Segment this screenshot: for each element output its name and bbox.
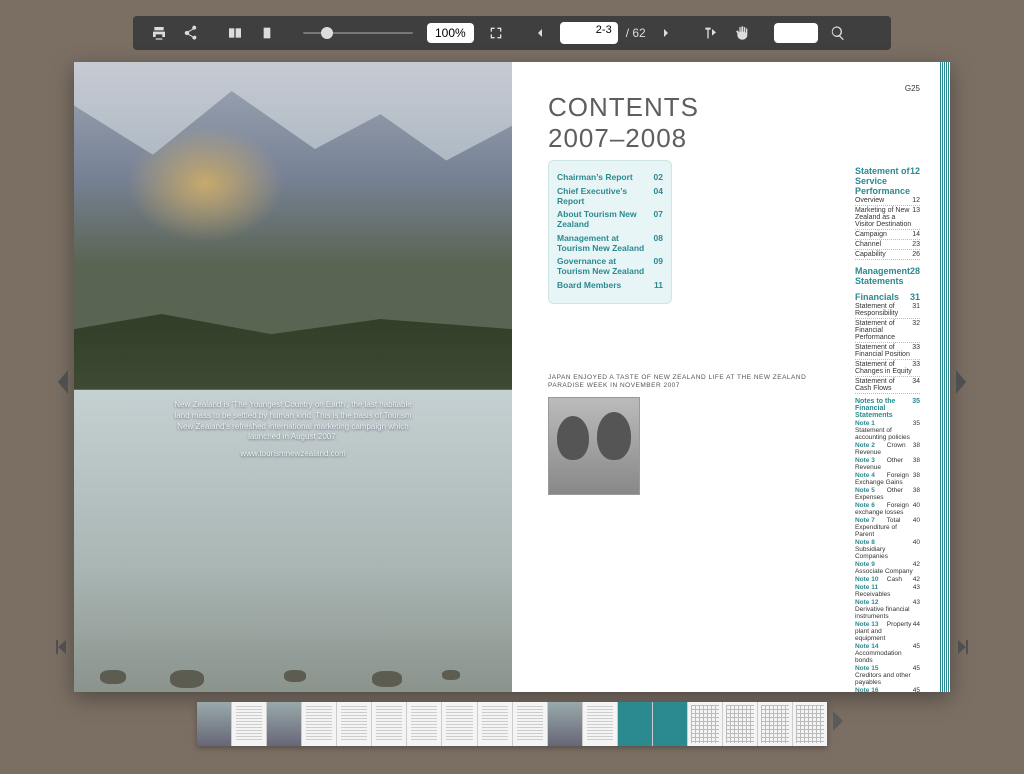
mountain-photo: ‘Youngest Country’ New Zealand is ‘The Y… — [74, 62, 512, 692]
toc-tab-row[interactable]: About Tourism New Zealand07 — [557, 210, 663, 230]
toc-note[interactable]: Note 8 Subsidiary Companies40 — [855, 538, 920, 560]
nav-prev-arrow[interactable] — [54, 368, 72, 396]
toc-section[interactable]: Management Statements28 — [855, 266, 920, 286]
main-toc: Statement of Service Performance12Overvi… — [855, 160, 920, 692]
search-input[interactable] — [774, 23, 818, 43]
toc-sub[interactable]: Statement of Changes in Equity33 — [855, 360, 920, 377]
toc-sub[interactable]: Statement of Responsibility31 — [855, 302, 920, 319]
single-page-icon[interactable] — [255, 21, 279, 45]
next-page-icon[interactable] — [654, 21, 678, 45]
contents-year: 2007–2008 — [548, 123, 920, 154]
thumb-page[interactable] — [582, 702, 617, 746]
zoom-level: 100% — [427, 23, 474, 43]
zoom-slider[interactable] — [303, 32, 413, 34]
thumb-page[interactable] — [441, 702, 476, 746]
fullscreen-icon[interactable] — [484, 21, 508, 45]
thumb-page[interactable] — [757, 702, 792, 746]
notes-header: Notes to the Financial Statements35 — [855, 398, 920, 419]
toc-note[interactable]: Note 1 Statement of accounting policies3… — [855, 419, 920, 441]
page-total: / 62 — [626, 26, 646, 40]
thumb-page[interactable] — [371, 702, 406, 746]
toc-section[interactable]: Statement of Service Performance12 — [855, 166, 920, 196]
page-input[interactable]: 2-3 — [560, 22, 618, 44]
thumb-page[interactable] — [406, 702, 441, 746]
toc-note[interactable]: Note 4 Foreign Exchange Gains38 — [855, 471, 920, 486]
thumb-page[interactable] — [687, 702, 722, 746]
left-headline: ‘Youngest Country’ — [74, 358, 512, 388]
toc-note[interactable]: Note 10 Cash42 — [855, 575, 920, 583]
toc-sub[interactable]: Statement of Financial Performance32 — [855, 319, 920, 343]
spread-view-icon[interactable] — [223, 21, 247, 45]
search-icon[interactable] — [826, 21, 850, 45]
toc-note[interactable]: Note 15 Creditors and other payables45 — [855, 664, 920, 686]
thumb-page[interactable] — [617, 702, 652, 746]
thumb-page[interactable] — [722, 702, 757, 746]
toc-tab-row[interactable]: Management at Tourism New Zealand08 — [557, 234, 663, 254]
doc-code: G25 — [905, 84, 920, 93]
toc-sub[interactable]: Marketing of New Zealand as a Visitor De… — [855, 206, 920, 230]
share-icon[interactable] — [179, 21, 203, 45]
toc-note[interactable]: Note 5 Other Expenses38 — [855, 486, 920, 501]
toc-tab-row[interactable]: Chairman’s Report02 — [557, 173, 663, 183]
text-select-icon[interactable] — [698, 21, 722, 45]
page-spread: ‘Youngest Country’ New Zealand is ‘The Y… — [74, 62, 950, 692]
toc-sub[interactable]: Channel23 — [855, 240, 920, 250]
toc-sub[interactable]: Statement of Financial Position33 — [855, 343, 920, 360]
toc-tab-row[interactable]: Governance at Tourism New Zealand09 — [557, 257, 663, 277]
toc-sub[interactable]: Statement of Cash Flows34 — [855, 377, 920, 394]
toc-note[interactable]: Note 9 Associate Company42 — [855, 560, 920, 575]
thumb-page[interactable] — [512, 702, 547, 746]
first-page-corner[interactable] — [54, 638, 68, 656]
toc-note[interactable]: Note 11 Receivables43 — [855, 583, 920, 598]
contents-tab-box: Chairman’s Report02 Chief Executive’s Rep… — [548, 160, 672, 304]
last-page-corner[interactable] — [956, 638, 970, 656]
thumb-page[interactable] — [652, 702, 687, 746]
viewer-toolbar: 100% 2-3 / 62 — [133, 16, 891, 50]
contents-word: CONTENTS — [548, 92, 920, 123]
haka-photo — [548, 397, 640, 495]
right-page: G25 CONTENTS 2007–2008 Chairman’s Report… — [512, 62, 950, 692]
japan-caption: Japan enjoyed a taste of New Zealand lif… — [548, 374, 843, 392]
page-stage: ‘Youngest Country’ New Zealand is ‘The Y… — [74, 62, 950, 692]
toc-note[interactable]: Note 3 Other Revenue38 — [855, 456, 920, 471]
left-page: ‘Youngest Country’ New Zealand is ‘The Y… — [74, 62, 512, 692]
left-url: www.tourismnewzealand.com — [74, 449, 512, 458]
toc-note[interactable]: Note 6 Foreign exchange losses40 — [855, 501, 920, 516]
toc-note[interactable]: Note 12 Derivative financial instruments… — [855, 598, 920, 620]
thumb-page[interactable] — [547, 702, 582, 746]
toc-sub[interactable]: Campaign14 — [855, 230, 920, 240]
toc-tab-row[interactable]: Board Members11 — [557, 281, 663, 291]
toc-note[interactable]: Note 2 Crown Revenue38 — [855, 441, 920, 456]
thumbnail-strip[interactable] — [197, 702, 827, 746]
thumb-page[interactable] — [301, 702, 336, 746]
toc-sub[interactable]: Overview12 — [855, 196, 920, 206]
toc-note[interactable]: Note 13 Property plant and equipment44 — [855, 620, 920, 642]
toc-note[interactable]: Note 7 Total Expenditure of Parent40 — [855, 516, 920, 538]
print-icon[interactable] — [147, 21, 171, 45]
left-body: New Zealand is ‘The Youngest Country on … — [173, 400, 413, 443]
toc-note[interactable]: Note 14 Accommodation bonds45 — [855, 642, 920, 664]
thumb-page[interactable] — [197, 702, 231, 746]
hand-tool-icon[interactable] — [730, 21, 754, 45]
contents-title: CONTENTS 2007–2008 — [548, 92, 920, 154]
toc-tab-row[interactable]: Chief Executive’s Report04 — [557, 187, 663, 207]
thumb-page[interactable] — [266, 702, 301, 746]
toc-section[interactable]: Financials31 — [855, 292, 920, 302]
toc-note[interactable]: Note 16 Employee entitlements45 — [855, 686, 920, 692]
thumb-page[interactable] — [231, 702, 266, 746]
toc-sub[interactable]: Capability26 — [855, 250, 920, 260]
prev-page-icon[interactable] — [528, 21, 552, 45]
thumb-page[interactable] — [477, 702, 512, 746]
thumb-page[interactable] — [792, 702, 827, 746]
thumbs-next-icon[interactable] — [830, 709, 846, 738]
thumb-page[interactable] — [336, 702, 371, 746]
nav-next-arrow[interactable] — [952, 368, 970, 396]
